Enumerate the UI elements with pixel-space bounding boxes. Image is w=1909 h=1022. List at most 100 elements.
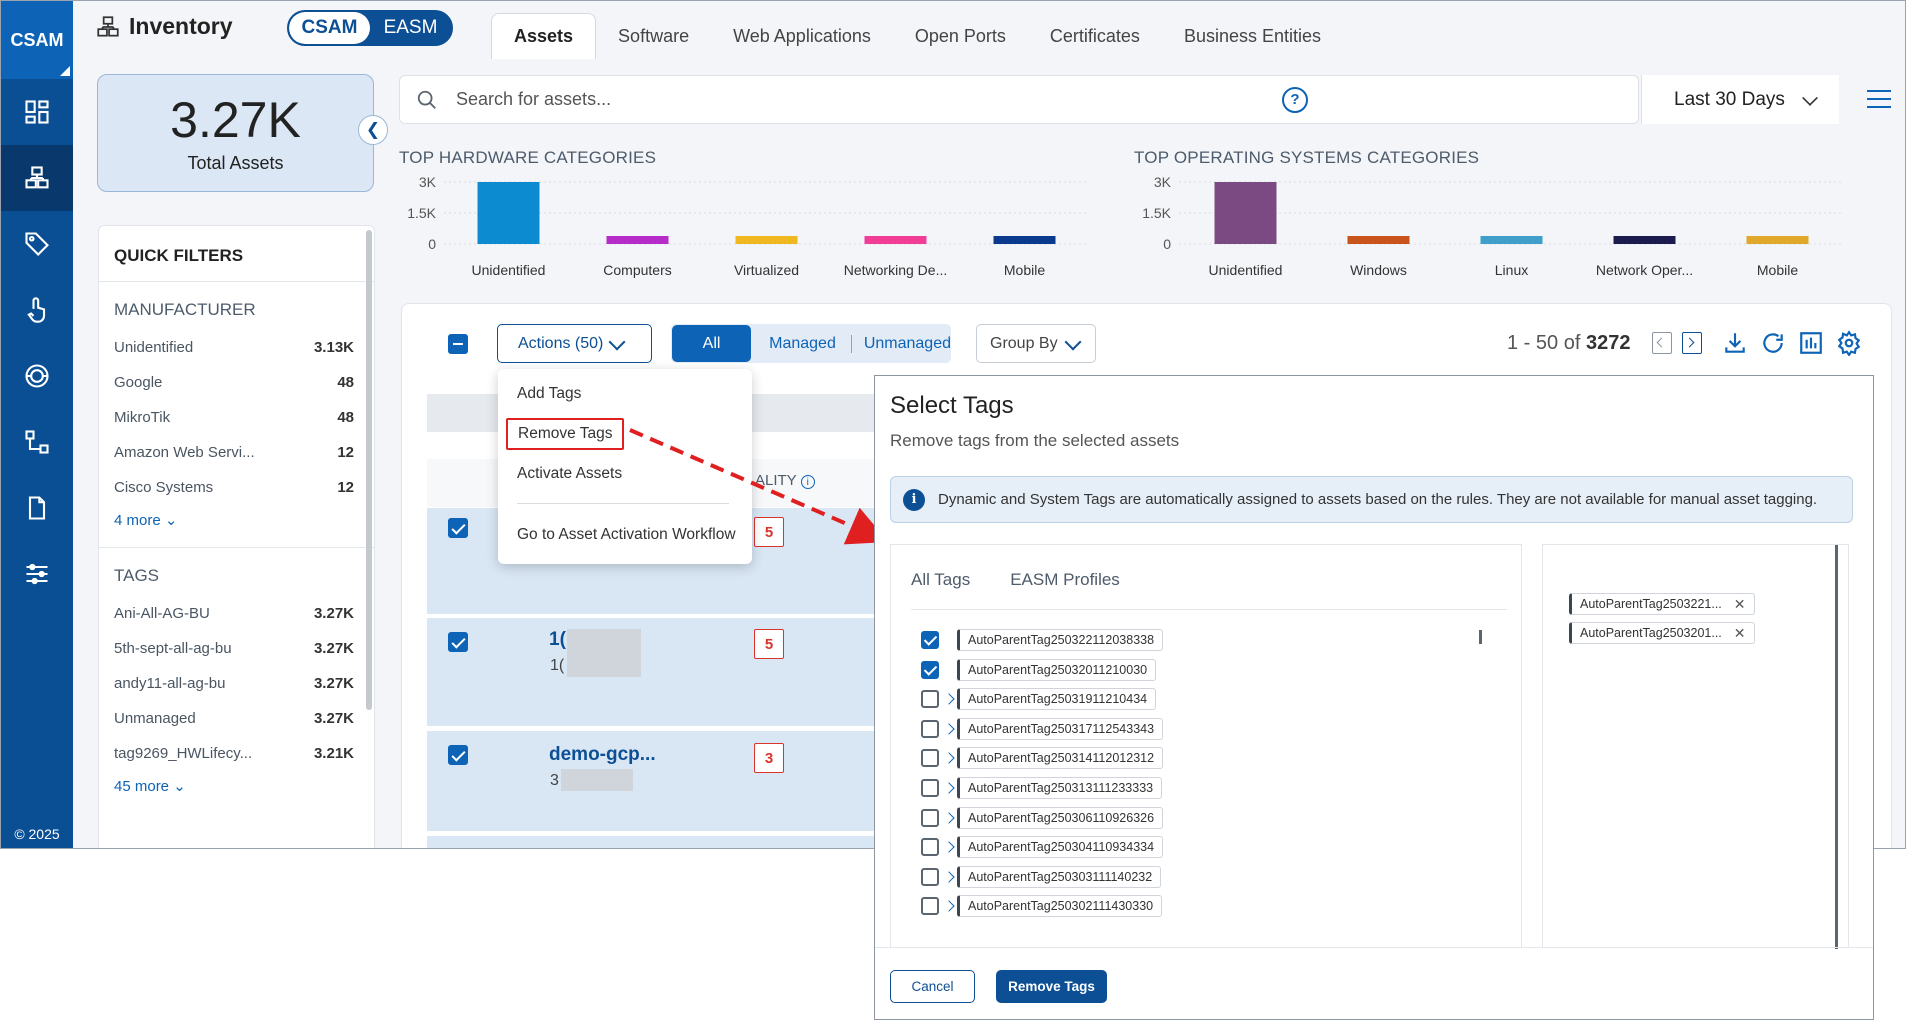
nav-tags-icon[interactable] [1,211,73,277]
chevron-right-icon[interactable] [943,782,955,794]
chevron-right-icon[interactable] [943,693,955,705]
selected-tags-scrollbar[interactable] [1835,545,1838,949]
segment-all[interactable]: All [672,325,752,362]
filter-item[interactable]: Amazon Web Servi... 12 [99,435,374,470]
tag-row[interactable]: AutoParentTag250322112038338 [921,628,1164,652]
row-checkbox[interactable] [448,518,468,538]
tag-row[interactable]: AutoParentTag250314112012312 [921,746,1164,770]
nav-document-icon[interactable] [1,475,73,541]
nav-workflow-icon[interactable] [1,409,73,475]
filter-item[interactable]: MikroTik 48 [99,400,374,435]
tag-checkbox[interactable] [921,867,939,886]
tag-row[interactable]: AutoParentTag250317112543343 [921,717,1164,741]
previous-page-button[interactable] [1652,332,1672,354]
tab-assets[interactable]: Assets [491,13,597,59]
close-icon[interactable]: ✕ [1734,596,1746,613]
tag-row[interactable]: AutoParentTag25031911210434 [921,687,1157,711]
hamburger-menu-icon[interactable] [1867,90,1891,108]
row-checkbox[interactable] [448,632,468,652]
tab-certificates[interactable]: Certificates [1028,13,1162,59]
tag-checkbox[interactable] [921,631,939,649]
redacted-block [561,769,633,791]
nav-inventory-icon[interactable] [1,145,73,211]
tab-web-applications[interactable]: Web Applications [711,13,893,59]
remove-tags-button[interactable]: Remove Tags [996,970,1107,1003]
nav-settings-sliders-icon[interactable] [1,541,73,607]
filter-item[interactable]: Unidentified 3.13K [99,330,374,365]
tag-checkbox[interactable] [921,808,939,827]
tab-open-ports[interactable]: Open Ports [893,13,1028,59]
header: Inventory CSAM EASM Assets Software Web … [73,1,1905,59]
app-logo[interactable]: CSAM [1,1,73,79]
asset-search-bar[interactable]: Search for assets... ? [399,75,1639,124]
next-page-button[interactable] [1682,332,1702,354]
row-checkbox[interactable] [448,745,468,765]
filter-item[interactable]: Ani-All-AG-BU 3.27K [99,596,374,631]
tab-business-entities[interactable]: Business Entities [1162,13,1343,59]
refresh-icon[interactable] [1760,330,1786,356]
tab-software[interactable]: Software [596,13,711,59]
table-row[interactable] [427,618,876,726]
menu-item-activate-assets[interactable]: Activate Assets [517,465,622,483]
tag-checkbox[interactable] [921,749,939,768]
chevron-right-icon[interactable] [943,752,955,765]
tag-row[interactable]: AutoParentTag250306110926326 [921,806,1164,830]
quick-filters-scrollbar[interactable] [366,230,372,710]
filter-item[interactable]: Cisco Systems 12 [99,470,374,505]
filter-item[interactable]: andy11-all-ag-bu 3.27K [99,666,374,701]
chevron-right-icon[interactable] [943,723,955,735]
table-row[interactable] [427,836,876,848]
gear-icon[interactable] [1836,330,1862,356]
tag-row[interactable]: AutoParentTag250302111430330 [921,894,1163,918]
toggle-easm[interactable]: EASM [370,12,451,44]
collapse-panel-button[interactable]: ❮ [358,115,388,145]
chevron-right-icon[interactable] [943,841,955,853]
tag-checkbox[interactable] [921,719,939,738]
nav-dashboard-icon[interactable] [1,79,73,145]
filter-item[interactable]: tag9269_HWLifecy... 3.21K [99,736,374,771]
filter-item[interactable]: Google 48 [99,365,374,400]
asset-name-link[interactable]: demo-gcp... [549,744,656,766]
menu-item-activation-workflow[interactable]: Go to Asset Activation Workflow [517,526,736,544]
tags-more-link[interactable]: 45 more ⌄ [99,771,374,805]
tab-easm-profiles[interactable]: EASM Profiles [1010,570,1120,589]
date-range-select[interactable]: Last 30 Days [1641,75,1839,124]
tag-row[interactable]: AutoParentTag250303111140232 [921,865,1162,889]
tag-checkbox[interactable] [921,690,939,709]
filter-item[interactable]: 5th-sept-all-ag-bu 3.27K [99,631,374,666]
segment-unmanaged[interactable]: Unmanaged [852,335,951,353]
tab-all-tags[interactable]: All Tags [911,570,970,589]
tag-row[interactable]: AutoParentTag25032011210030 [921,658,1157,682]
info-text: Dynamic and System Tags are automaticall… [938,491,1818,508]
actions-dropdown-button[interactable]: Actions (50) [497,324,652,363]
tag-checkbox[interactable] [921,660,939,679]
search-input[interactable]: Search for assets... [456,89,611,110]
tag-checkbox[interactable] [921,779,939,797]
tag-checkbox[interactable] [921,838,939,857]
column-chart-icon[interactable] [1798,330,1824,356]
filter-label: Unidentified [114,339,194,356]
tag-row[interactable]: AutoParentTag250304110934334 [921,835,1164,859]
cancel-button[interactable]: Cancel [890,970,975,1003]
csam-easm-toggle[interactable]: CSAM EASM [287,10,453,46]
group-by-select[interactable]: Group By [976,324,1096,363]
tag-row[interactable]: AutoParentTag250313111233333 [921,776,1163,800]
tag-checkbox[interactable] [921,897,939,916]
menu-item-remove-tags[interactable]: Remove Tags [506,418,625,450]
manufacturer-more-link[interactable]: 4 more ⌄ [99,505,374,539]
filter-item[interactable]: Unmanaged 3.27K [99,701,374,736]
toggle-csam[interactable]: CSAM [289,12,370,44]
nav-touch-icon[interactable] [1,277,73,343]
close-icon[interactable]: ✕ [1734,625,1746,642]
chevron-right-icon[interactable] [943,871,955,883]
nav-globe-icon[interactable] [1,343,73,409]
tag-list-scrollbar[interactable] [1479,630,1482,644]
help-icon[interactable]: ? [1282,86,1308,113]
menu-item-add-tags[interactable]: Add Tags [517,385,581,403]
segment-managed[interactable]: Managed [751,335,851,353]
download-icon[interactable] [1722,330,1748,356]
chevron-right-icon[interactable] [943,811,955,824]
select-all-checkbox[interactable] [448,334,468,354]
asset-name-link[interactable]: 1( [549,629,566,651]
chevron-right-icon[interactable] [943,900,955,913]
